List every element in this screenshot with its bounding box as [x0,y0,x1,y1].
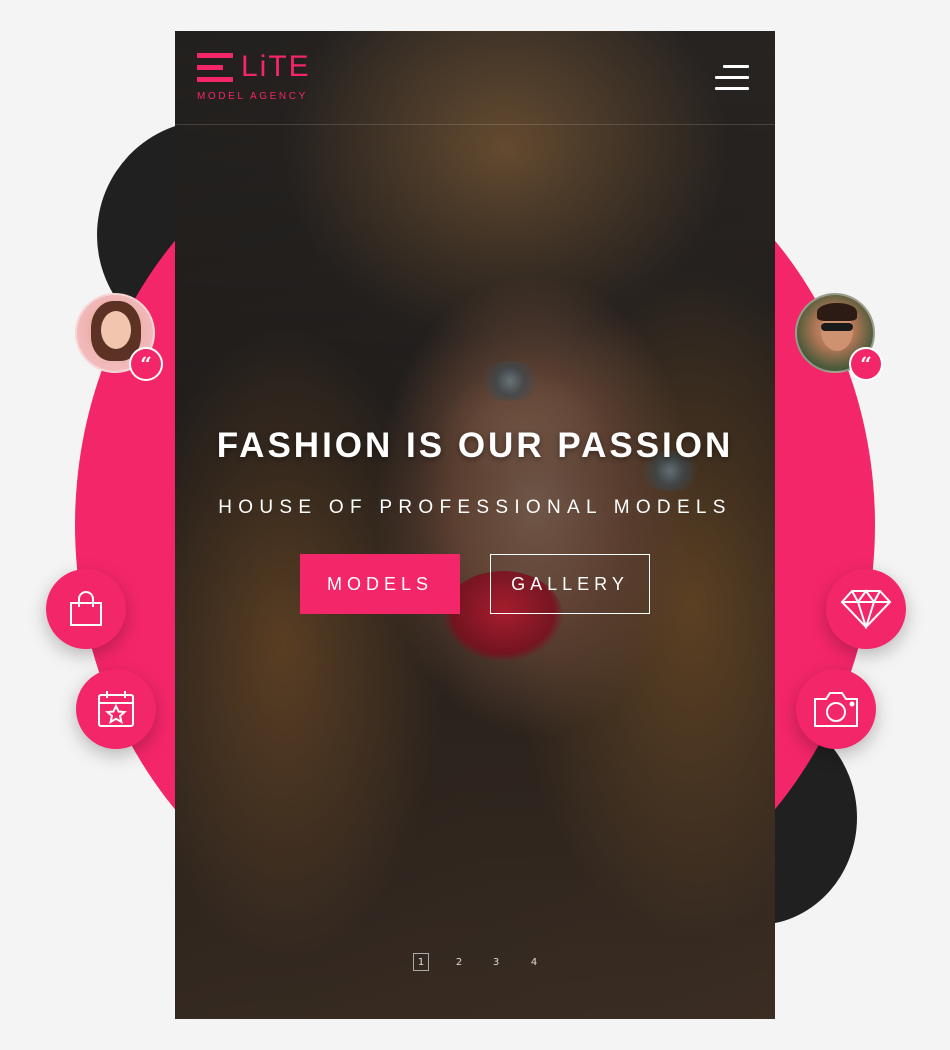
diamond-icon [826,569,906,649]
phone-screen: LiTE MODEL AGENCY FASHION IS OUR PASSION… [175,31,775,1019]
hero-photo-detail [475,361,545,401]
hamburger-menu-icon[interactable] [715,65,753,91]
logo-wordmark: LiTE [241,50,311,83]
logo-mark-icon [197,53,235,83]
quote-icon: “ [849,347,883,381]
models-button[interactable]: MODELS [300,554,460,614]
site-header: LiTE MODEL AGENCY [175,31,775,125]
camera-icon [796,669,876,749]
hero-subtitle: HOUSE OF PROFESSIONAL MODELS [218,497,732,518]
page-4-button[interactable]: 4 [528,953,540,971]
gallery-button[interactable]: GALLERY [490,554,650,614]
page-2-button[interactable]: 2 [453,953,465,971]
calendar-star-icon [76,669,156,749]
page-3-button[interactable]: 3 [490,953,502,971]
logo-tagline: MODEL AGENCY [197,91,308,102]
shopping-bag-icon [46,569,126,649]
page-1-button[interactable]: 1 [413,953,429,971]
quote-icon: “ [129,347,163,381]
hero-title: FASHION IS OUR PASSION [216,426,734,465]
